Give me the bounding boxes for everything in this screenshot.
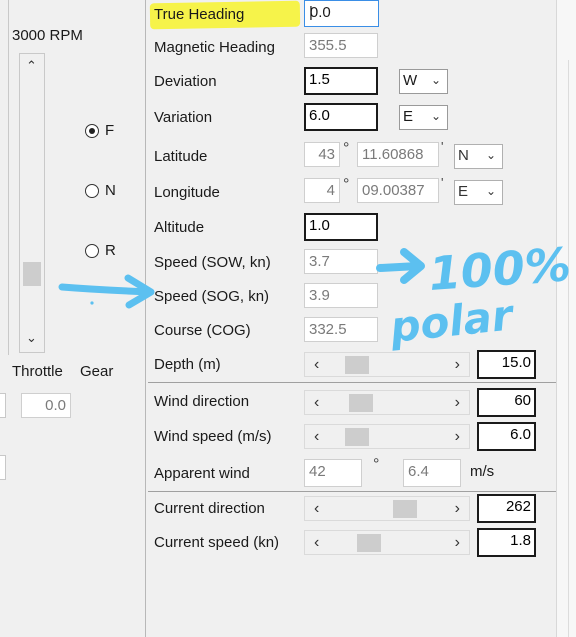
ink-arrow-right-stroke xyxy=(376,262,422,272)
handwritten-polar: polar xyxy=(387,290,517,352)
ink-arrow-left-stroke xyxy=(58,283,154,296)
ink-annotation-layer: 100% polar xyxy=(58,237,573,352)
ink-dot xyxy=(90,301,94,305)
